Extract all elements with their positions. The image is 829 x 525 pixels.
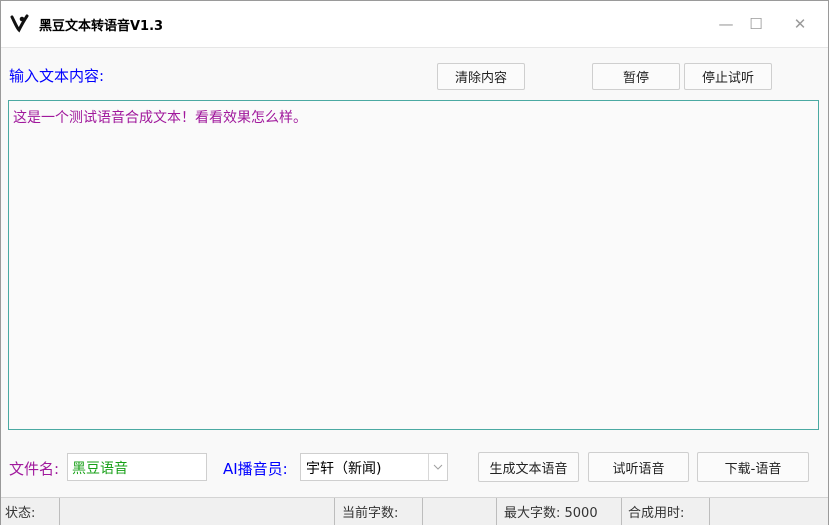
window-title: 黑豆文本转语音V1.3	[39, 19, 164, 34]
char-count-label: 当前字数:	[335, 498, 423, 525]
text-input-area[interactable]: 这是一个测试语音合成文本！看看效果怎么样。	[8, 100, 819, 430]
status-bar: 状态: 当前字数: 最大字数: 5000 合成用时:	[1, 497, 828, 525]
synthesis-time-value	[710, 498, 828, 525]
input-text-label: 输入文本内容:	[9, 67, 105, 85]
status-label: 状态:	[1, 498, 60, 525]
minimize-button[interactable]: —	[711, 11, 741, 37]
chevron-down-icon[interactable]	[428, 454, 447, 480]
close-button[interactable]: ✕	[785, 11, 815, 37]
title-bar: 黑豆文本转语音V1.3 — ☐ ✕	[1, 1, 828, 48]
close-icon: ✕	[793, 15, 807, 33]
preview-speech-button[interactable]: 试听语音	[588, 452, 689, 482]
stop-preview-button[interactable]: 停止试听	[684, 63, 772, 90]
app-logo-icon	[10, 14, 29, 33]
maximize-icon: ☐	[749, 15, 763, 33]
filename-label: 文件名:	[9, 460, 60, 478]
app-window: 黑豆文本转语音V1.3 — ☐ ✕ 输入文本内容: 清除内容 暂停 停止试听 这…	[0, 0, 829, 525]
download-speech-button[interactable]: 下载-语音	[697, 452, 809, 482]
voice-select[interactable]: 宇轩（新闻)	[300, 453, 448, 481]
maximize-button[interactable]: ☐	[741, 11, 771, 37]
synthesis-time-label: 合成用时:	[622, 498, 710, 525]
voice-label: AI播音员:	[223, 460, 288, 478]
max-chars-label: 最大字数: 5000	[497, 498, 622, 525]
status-value	[60, 498, 335, 525]
filename-input[interactable]: 黑豆语音	[67, 453, 207, 481]
char-count-value	[423, 498, 497, 525]
pause-button[interactable]: 暂停	[592, 63, 680, 90]
minimize-icon: —	[718, 15, 734, 33]
clear-content-button[interactable]: 清除内容	[437, 63, 525, 90]
generate-speech-button[interactable]: 生成文本语音	[478, 452, 579, 482]
voice-select-value: 宇轩（新闻)	[306, 461, 382, 477]
